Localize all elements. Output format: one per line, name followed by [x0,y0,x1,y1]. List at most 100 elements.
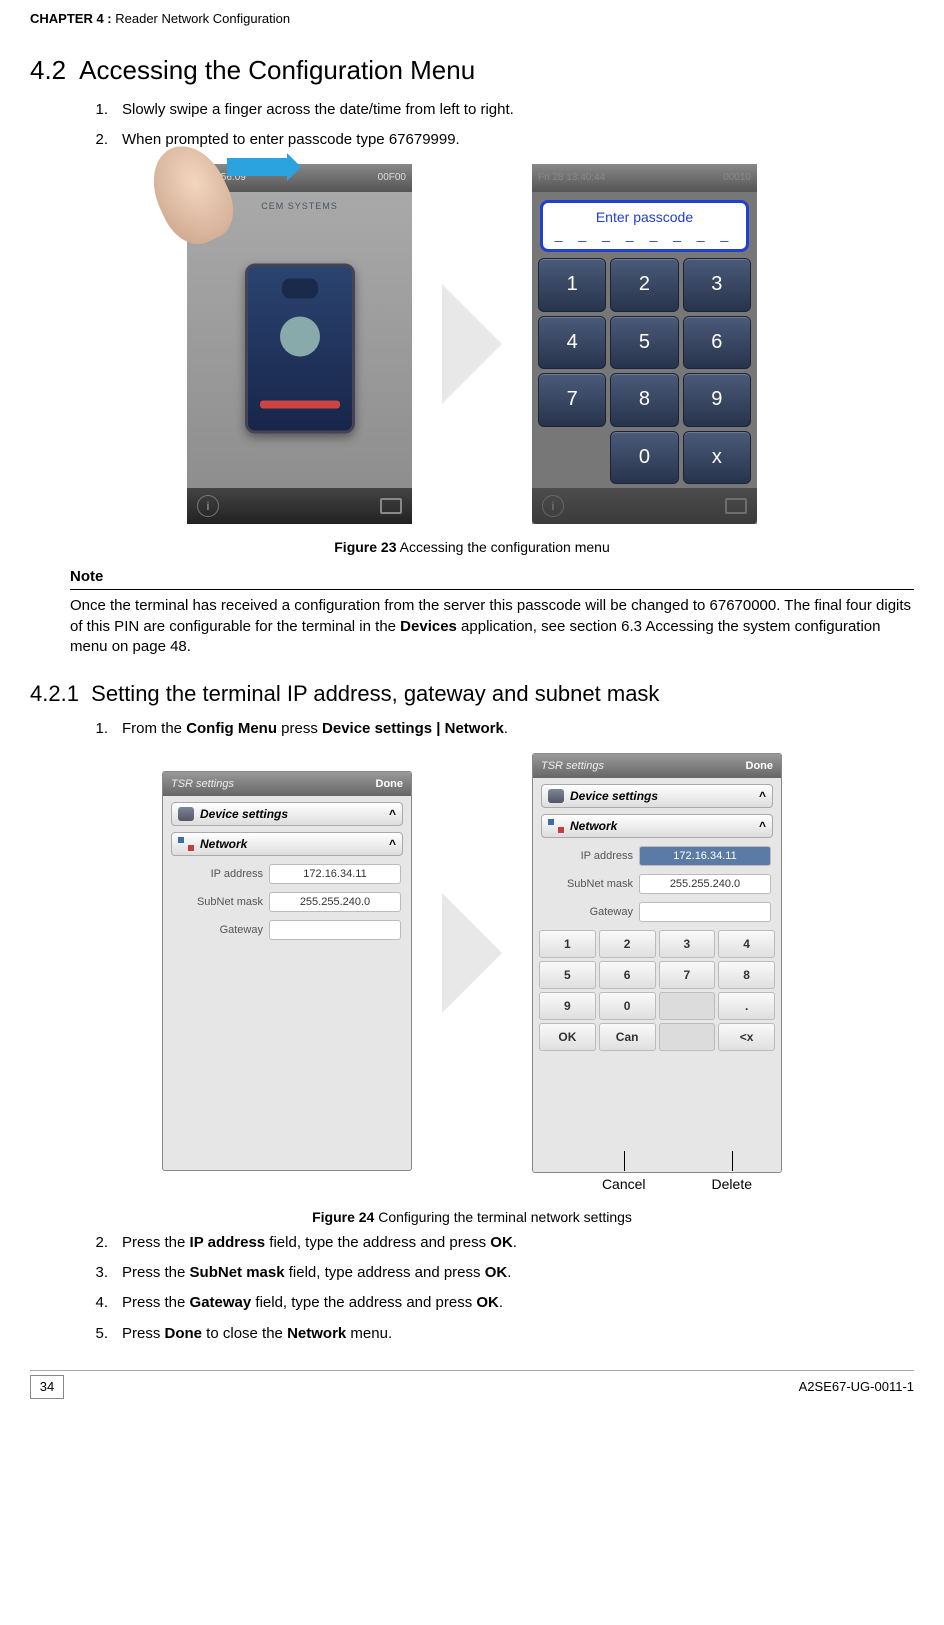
b: OK [485,1264,508,1281]
key-6[interactable]: 6 [599,961,656,989]
step-number: 2. [90,1233,108,1253]
t: press [277,720,322,737]
key-2[interactable]: 2 [599,930,656,958]
info-icon[interactable]: i [197,495,219,517]
note-heading: Note [70,567,914,587]
step-text: Press Done to close the Network menu. [122,1324,392,1344]
t: menu. [346,1325,392,1342]
key-4[interactable]: 4 [538,316,606,370]
t: From the [122,720,186,737]
gateway-row: Gateway [173,920,401,940]
key-8[interactable]: 8 [610,373,678,427]
step-number: 1. [90,100,108,120]
key-4[interactable]: 4 [718,930,775,958]
key-1[interactable]: 1 [539,930,596,958]
key-6[interactable]: 6 [683,316,751,370]
b: IP address [190,1234,266,1251]
key-delete[interactable]: x [683,431,751,485]
ip-address-field[interactable]: 172.16.34.11 [269,864,401,884]
key-cancel[interactable]: Can [599,1023,656,1051]
page-number: 34 [30,1375,64,1399]
key-2[interactable]: 2 [610,258,678,312]
device-settings-section[interactable]: Device settings ^ [171,802,403,826]
figure-text: Accessing the configuration menu [397,539,610,555]
key-7[interactable]: 7 [538,373,606,427]
figure-24-caption: Figure 24 Configuring the terminal netwo… [30,1208,914,1227]
step-text: Press the SubNet mask field, type addres… [122,1263,511,1283]
b: Done [165,1325,203,1342]
t: field, type the address and press [265,1234,490,1251]
step-text: From the Config Menu press Device settin… [122,719,508,739]
b: OK [490,1234,513,1251]
step-2: 2. When prompted to enter passcode type … [90,130,914,150]
network-section[interactable]: Network ^ [541,814,773,838]
step-number: 2. [90,130,108,150]
chevron-up-icon: ^ [759,788,766,804]
key-blank [538,431,606,485]
t: field, type the address and press [251,1294,476,1311]
delete-annotation: Delete [712,1175,752,1194]
info-icon: i [542,495,564,517]
chapter-label: CHAPTER 4 : [30,11,115,26]
b: Network [287,1325,346,1342]
network-section[interactable]: Network ^ [171,832,403,856]
keypad-annotations: Cancel Delete [532,1175,752,1194]
t: to close the [202,1325,287,1342]
step-5: 5. Press Done to close the Network menu. [90,1324,914,1344]
t: Press the [122,1294,190,1311]
key-5[interactable]: 5 [610,316,678,370]
key-0[interactable]: 0 [599,992,656,1020]
gateway-field[interactable] [269,920,401,940]
terminal-swipe-screen: 18 10:56:09 00F00 CEM SYSTEMS i [187,164,412,524]
steps-4-2: 1. Slowly swipe a finger across the date… [90,100,914,151]
done-button[interactable]: Done [376,777,404,792]
key-dot[interactable]: . [718,992,775,1020]
figure-label: Figure 24 [312,1209,374,1225]
subnet-field[interactable]: 255.255.240.0 [639,874,771,894]
monitor-icon [725,498,747,514]
wrench-icon [178,807,194,821]
ip-address-field-selected[interactable]: 172.16.34.11 [639,846,771,866]
t: . [499,1294,503,1311]
gateway-label: Gateway [543,905,633,920]
bottom-bar: i [187,488,412,524]
key-9[interactable]: 9 [539,992,596,1020]
tsr-title: TSR settings [541,759,604,774]
gateway-field[interactable] [639,902,771,922]
subnet-field[interactable]: 255.255.240.0 [269,892,401,912]
tsr-header: TSR settings Done [163,772,411,796]
b: SubNet mask [190,1264,285,1281]
key-5[interactable]: 5 [539,961,596,989]
key-ok[interactable]: OK [539,1023,596,1051]
figure-text: Configuring the terminal network setting… [374,1209,632,1225]
step-2: 2. Press the IP address field, type the … [90,1233,914,1253]
key-3[interactable]: 3 [683,258,751,312]
ip-address-row: IP address 172.16.34.11 [543,846,771,866]
done-button[interactable]: Done [746,759,774,774]
t: Press [122,1325,165,1342]
status-bar: Fri 28 13:40:44 00010 [532,164,757,192]
gateway-label: Gateway [173,923,263,938]
key-1[interactable]: 1 [538,258,606,312]
key-backspace[interactable]: <x [718,1023,775,1051]
subnet-label: SubNet mask [173,895,263,910]
terminal-body: Enter passcode _ _ _ _ _ _ _ _ 1 2 3 4 5… [532,192,757,488]
step-text: Press the IP address field, type the add… [122,1233,517,1253]
key-0[interactable]: 0 [610,431,678,485]
terminal-passcode-screen: Fri 28 13:40:44 00010 Enter passcode _ _… [532,164,757,524]
monitor-icon[interactable] [380,498,402,514]
section-label: Network [200,836,247,852]
key-7[interactable]: 7 [659,961,716,989]
swipe-arrow-icon [227,158,287,176]
key-3[interactable]: 3 [659,930,716,958]
tsr-settings-right: TSR settings Done Device settings ^ Netw… [532,753,782,1173]
step-4: 4. Press the Gateway field, type the add… [90,1293,914,1313]
steps-4-2-1-intro: 1. From the Config Menu press Device set… [90,719,914,739]
device-settings-section[interactable]: Device settings ^ [541,784,773,808]
key-8[interactable]: 8 [718,961,775,989]
gateway-row: Gateway [543,902,771,922]
key-9[interactable]: 9 [683,373,751,427]
status-time: Fri 28 13:40:44 [538,171,605,185]
section-number: 4.2 [30,55,66,85]
figure-23: 18 10:56:09 00F00 CEM SYSTEMS i Fri 28 1… [30,164,914,524]
